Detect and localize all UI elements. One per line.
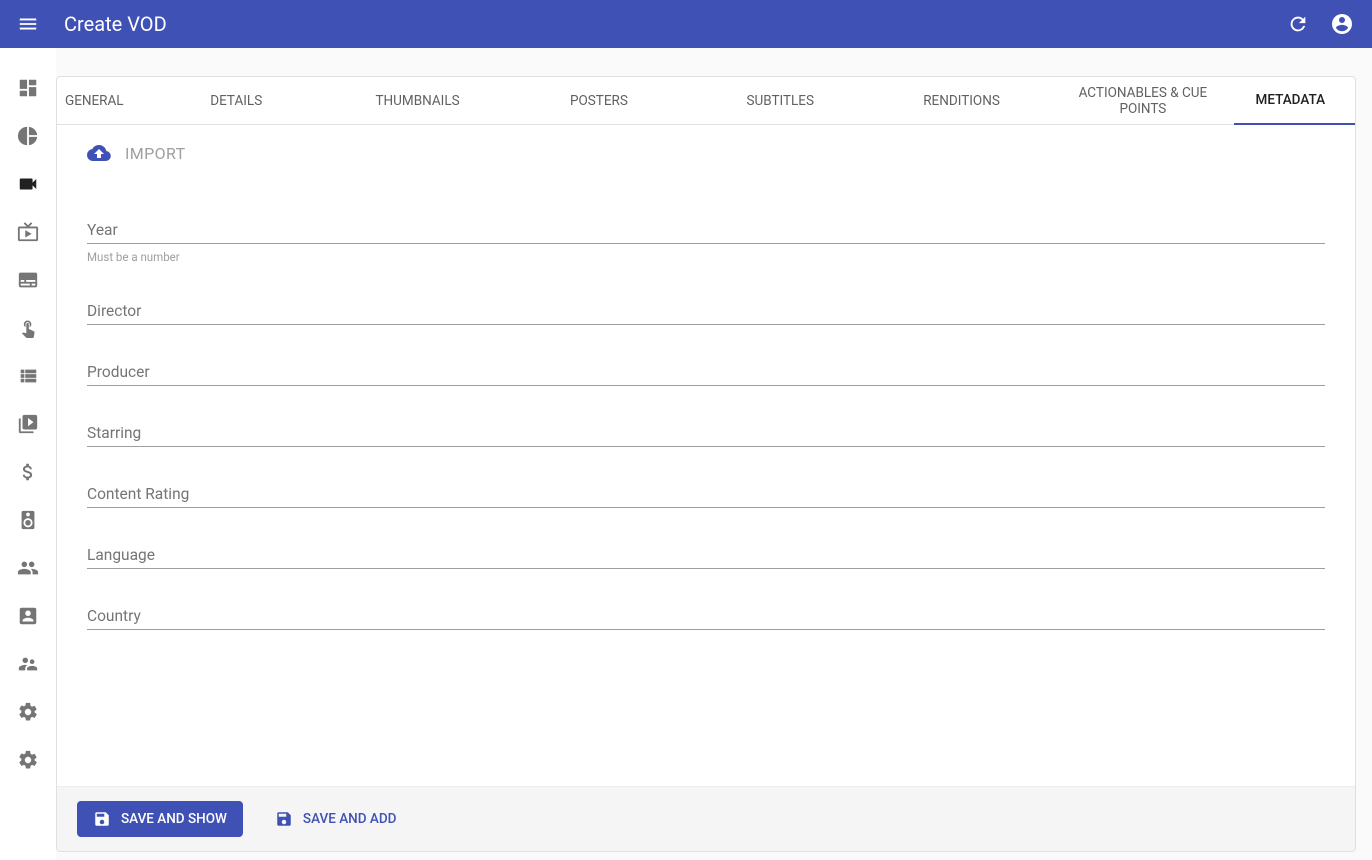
tab-general[interactable]: GENERAL — [57, 77, 146, 125]
tab-details[interactable]: DETAILS — [146, 77, 327, 125]
speaker-icon — [17, 509, 39, 531]
save-and-show-button[interactable]: SAVE AND SHOW — [77, 801, 243, 837]
year-helper: Must be a number — [87, 250, 1325, 264]
video-library-icon — [17, 413, 39, 435]
tabs: GENERAL DETAILS THUMBNAILS POSTERS SUBTI… — [57, 77, 1355, 125]
account-button[interactable] — [1324, 6, 1360, 42]
videocam-icon — [17, 173, 39, 195]
dollar-icon — [17, 461, 39, 483]
tab-posters[interactable]: POSTERS — [508, 77, 689, 125]
director-input[interactable]: Director — [87, 302, 1325, 325]
nav-list[interactable] — [16, 364, 40, 388]
page-title: Create VOD — [64, 12, 167, 36]
card: GENERAL DETAILS THUMBNAILS POSTERS SUBTI… — [56, 76, 1356, 852]
year-input[interactable]: Year — [87, 221, 1325, 244]
nav-analytics[interactable] — [16, 124, 40, 148]
view-list-icon — [17, 365, 39, 387]
save-icon — [93, 810, 111, 828]
nav-speaker[interactable] — [16, 508, 40, 532]
nav-monetization[interactable] — [16, 460, 40, 484]
import-button[interactable]: IMPORT — [87, 125, 1325, 181]
app-bar: Create VOD — [0, 0, 1372, 48]
touch-app-icon — [18, 318, 38, 338]
nav-live[interactable] — [16, 220, 40, 244]
actions-bar: SAVE AND SHOW SAVE AND ADD — [57, 786, 1355, 851]
nav-subtitles[interactable] — [16, 268, 40, 292]
refresh-button[interactable] — [1280, 6, 1316, 42]
nav-vod[interactable] — [16, 172, 40, 196]
save-icon — [275, 810, 293, 828]
pie-chart-icon — [17, 125, 39, 147]
subtitles-icon — [17, 269, 39, 291]
import-label: IMPORT — [125, 144, 186, 163]
tab-metadata[interactable]: METADATA — [1234, 77, 1355, 125]
live-tv-icon — [17, 221, 39, 243]
tab-subtitles[interactable]: SUBTITLES — [690, 77, 871, 125]
settings-icon — [17, 701, 39, 723]
account-circle-icon — [1330, 12, 1354, 36]
supervisor-account-icon — [17, 653, 39, 675]
nav-touch[interactable] — [16, 316, 40, 340]
starring-input[interactable]: Starring — [87, 424, 1325, 447]
nav-library[interactable] — [16, 412, 40, 436]
nav-account-box[interactable] — [16, 604, 40, 628]
nav-settings[interactable] — [16, 700, 40, 724]
dashboard-icon — [17, 77, 39, 99]
content-rating-input[interactable]: Content Rating — [87, 485, 1325, 508]
save-and-show-label: SAVE AND SHOW — [121, 811, 227, 827]
producer-input[interactable]: Producer — [87, 363, 1325, 386]
country-input[interactable]: Country — [87, 607, 1325, 630]
settings-icon — [17, 749, 39, 771]
save-and-add-button[interactable]: SAVE AND ADD — [259, 801, 413, 837]
tab-thumbnails[interactable]: THUMBNAILS — [327, 77, 508, 125]
tab-actionables[interactable]: ACTIONABLES & CUE POINTS — [1052, 77, 1233, 125]
nav-settings-2[interactable] — [16, 748, 40, 772]
account-box-icon — [17, 605, 39, 627]
cloud-upload-icon — [87, 141, 111, 165]
save-and-add-label: SAVE AND ADD — [303, 811, 397, 827]
nav-supervisor[interactable] — [16, 652, 40, 676]
language-input[interactable]: Language — [87, 546, 1325, 569]
side-nav — [0, 48, 56, 860]
nav-groups[interactable] — [16, 556, 40, 580]
tab-renditions[interactable]: RENDITIONS — [871, 77, 1052, 125]
menu-button[interactable] — [12, 8, 44, 40]
nav-dashboard[interactable] — [16, 76, 40, 100]
refresh-icon — [1287, 13, 1309, 35]
group-icon — [17, 557, 39, 579]
menu-icon — [17, 13, 39, 35]
